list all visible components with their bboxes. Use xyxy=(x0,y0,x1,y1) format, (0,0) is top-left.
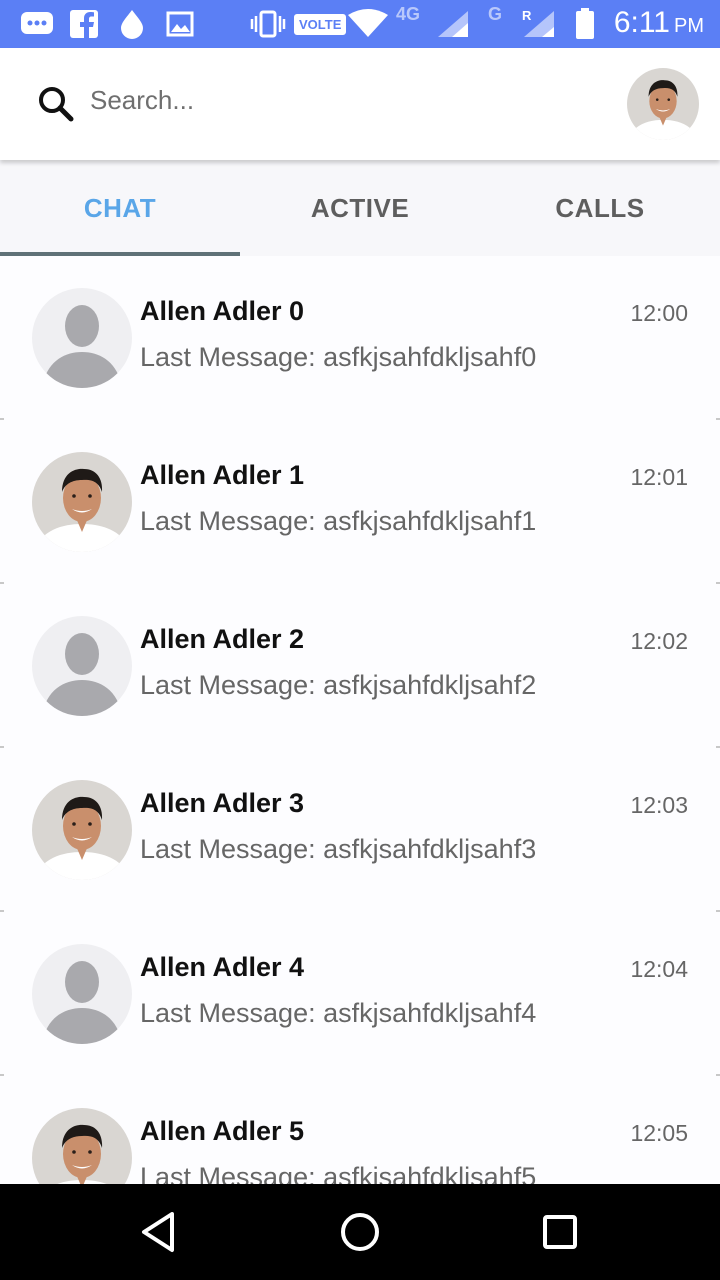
chat-row[interactable]: Allen Adler 2 Last Message: asfkjsahfdkl… xyxy=(0,584,720,748)
placeholder-person-icon xyxy=(32,944,132,1044)
chat-row[interactable]: Allen Adler 4 Last Message: asfkjsahfdkl… xyxy=(0,912,720,1076)
contact-name: Allen Adler 0 xyxy=(140,296,305,326)
contact-name: Allen Adler 3 xyxy=(140,788,305,818)
chat-row[interactable]: Allen Adler 0 Last Message: asfkjsahfdkl… xyxy=(0,256,720,420)
image-notification-icon xyxy=(166,8,194,40)
chat-row[interactable]: Allen Adler 5 Last Message: asfkjsahfdkl… xyxy=(0,1076,720,1184)
status-bar: VOLTE 4G G R 6:11 PM xyxy=(0,0,720,48)
battery-icon xyxy=(574,8,596,40)
signal-strength-2-icon xyxy=(522,8,556,40)
search-header xyxy=(0,48,720,160)
contact-photo-avatar xyxy=(32,780,132,880)
messages-notification-icon xyxy=(20,8,54,40)
tab-chat-label: CHAT xyxy=(83,192,157,223)
tab-active-label: ACTIVE xyxy=(310,192,410,223)
wifi-icon xyxy=(348,8,388,40)
message-time: 12:02 xyxy=(630,628,688,654)
profile-avatar[interactable] xyxy=(627,68,699,140)
system-nav-bar xyxy=(0,1184,720,1280)
message-time: 12:03 xyxy=(630,792,688,818)
contact-name: Allen Adler 5 xyxy=(140,1116,305,1146)
last-message: Last Message: asfkjsahfdkljsahf0 xyxy=(140,342,537,372)
message-time: 12:01 xyxy=(630,464,688,490)
signal-strength-icon xyxy=(436,8,470,40)
chat-row[interactable]: Allen Adler 3 Last Message: asfkjsahfdkl… xyxy=(0,748,720,912)
clock-time: 6:11 xyxy=(613,6,670,39)
message-time: 12:04 xyxy=(630,956,688,982)
tab-chat[interactable]: CHAT xyxy=(0,160,240,256)
last-message: Last Message: asfkjsahfdkljsahf3 xyxy=(140,834,537,864)
chat-list[interactable]: Allen Adler 0 Last Message: asfkjsahfdkl… xyxy=(0,256,720,1184)
tab-calls[interactable]: CALLS xyxy=(480,160,720,256)
last-message: Last Message: asfkjsahfdkljsahf1 xyxy=(140,506,537,536)
search-icon[interactable] xyxy=(36,84,76,124)
last-message: Last Message: asfkjsahfdkljsahf4 xyxy=(140,998,537,1028)
status-time: 6:11 PM xyxy=(614,6,704,40)
tab-calls-label: CALLS xyxy=(555,192,645,223)
message-time: 12:00 xyxy=(630,300,688,326)
drop-notification-icon xyxy=(118,8,146,40)
contact-photo-avatar xyxy=(32,1108,132,1184)
vibrate-icon xyxy=(250,8,286,40)
facebook-notification-icon xyxy=(70,8,98,40)
contact-name: Allen Adler 2 xyxy=(140,624,305,654)
placeholder-person-icon xyxy=(32,288,132,388)
recents-square-icon[interactable] xyxy=(536,1208,584,1256)
chat-row[interactable]: Allen Adler 1 Last Message: asfkjsahfdkl… xyxy=(0,420,720,584)
tab-active[interactable]: ACTIVE xyxy=(240,160,480,256)
sim1-network-type: 4G xyxy=(396,4,421,24)
home-circle-icon[interactable] xyxy=(336,1208,384,1256)
last-message: Last Message: asfkjsahfdkljsahf5 xyxy=(140,1162,537,1184)
volte-badge: VOLTE xyxy=(294,8,347,40)
contact-photo-avatar xyxy=(32,452,132,552)
sim2-network-type: G xyxy=(488,4,503,24)
contact-name: Allen Adler 4 xyxy=(140,952,305,982)
contact-name: Allen Adler 1 xyxy=(140,460,305,490)
tab-indicator xyxy=(0,252,240,256)
clock-ampm: PM xyxy=(674,15,704,37)
last-message: Last Message: asfkjsahfdkljsahf2 xyxy=(140,670,537,700)
tab-bar: CHAT ACTIVE CALLS xyxy=(0,160,720,256)
back-triangle-icon[interactable] xyxy=(136,1208,184,1256)
message-time: 12:05 xyxy=(630,1120,688,1146)
placeholder-person-icon xyxy=(32,616,132,716)
search-input[interactable] xyxy=(90,78,570,122)
